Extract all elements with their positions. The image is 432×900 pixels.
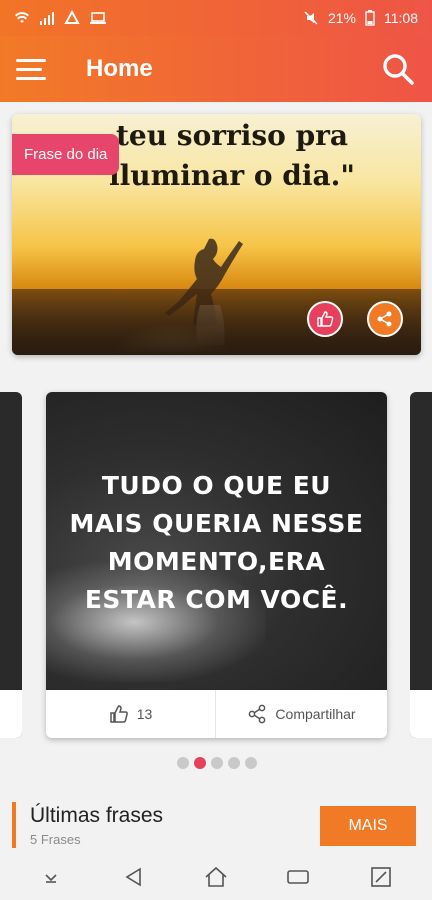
battery-percent: 21%: [327, 10, 356, 26]
status-bar: 21% 11:08: [0, 0, 432, 36]
mute-icon: [304, 11, 318, 25]
share-icon: [249, 704, 266, 724]
signal-icon: [40, 12, 54, 25]
pager-dot-2[interactable]: [194, 757, 206, 769]
thumbs-up-icon: [317, 311, 334, 327]
pager-dot-1[interactable]: [177, 757, 189, 769]
quote-text: TUDO O QUE EU MAIS QUERIA NESSE MOMENTO,…: [69, 471, 364, 614]
quote-of-day-badge: Frase do dia: [12, 134, 120, 175]
quote-card[interactable]: TUDO O QUE EU MAIS QUERIA NESSE MOMENTO,…: [46, 392, 387, 738]
share-icon: [377, 311, 392, 327]
carousel-next-card[interactable]: [410, 392, 432, 738]
carousel-pager: [177, 757, 257, 769]
pager-dot-4[interactable]: [228, 757, 240, 769]
carousel-prev-card[interactable]: [0, 392, 22, 738]
nav-home-icon[interactable]: [196, 859, 236, 895]
section-subtitle: 5 Frases: [30, 832, 81, 847]
more-button[interactable]: MAIS: [320, 806, 416, 846]
menu-icon[interactable]: [16, 51, 52, 87]
quote-image: TUDO O QUE EU MAIS QUERIA NESSE MOMENTO,…: [46, 392, 387, 690]
featured-quote-text: teu sorriso pra iluminar o dia.": [82, 116, 382, 196]
system-nav-bar: [0, 854, 432, 900]
featured-like-button[interactable]: [307, 301, 343, 337]
share-label: Compartilhar: [275, 706, 356, 722]
nav-expand-icon[interactable]: [361, 859, 401, 895]
pager-dot-5[interactable]: [245, 757, 257, 769]
nav-back-icon[interactable]: [114, 859, 154, 895]
app-icon: [64, 10, 80, 24]
thumbs-up-icon: [109, 705, 128, 723]
battery-icon: [365, 10, 375, 26]
page-title: Home: [86, 55, 153, 82]
search-icon[interactable]: [380, 51, 416, 87]
featured-quote-line2: iluminar o dia.": [108, 159, 355, 192]
clock: 11:08: [384, 10, 418, 26]
section-title: Últimas frases: [30, 804, 164, 827]
featured-share-button[interactable]: [367, 301, 403, 337]
section-accent-bar: [12, 802, 16, 848]
latest-section: Últimas frases 5 Frases MAIS: [12, 800, 420, 850]
app-bar: Home: [0, 36, 432, 102]
share-button[interactable]: Compartilhar: [216, 690, 387, 738]
featured-quote-line1: teu sorriso pra: [115, 119, 349, 152]
like-button[interactable]: 13: [46, 690, 216, 738]
nav-recents-icon[interactable]: [278, 859, 318, 895]
like-count: 13: [136, 706, 153, 722]
wheat-field: [12, 289, 421, 355]
pager-dot-3[interactable]: [211, 757, 223, 769]
laptop-icon: [90, 12, 106, 24]
wifi-icon: [15, 12, 29, 23]
nav-hide-icon[interactable]: [31, 859, 71, 895]
card-actions: 13 Compartilhar: [46, 690, 387, 738]
featured-quote-card[interactable]: teu sorriso pra iluminar o dia." Frase d…: [12, 114, 421, 355]
